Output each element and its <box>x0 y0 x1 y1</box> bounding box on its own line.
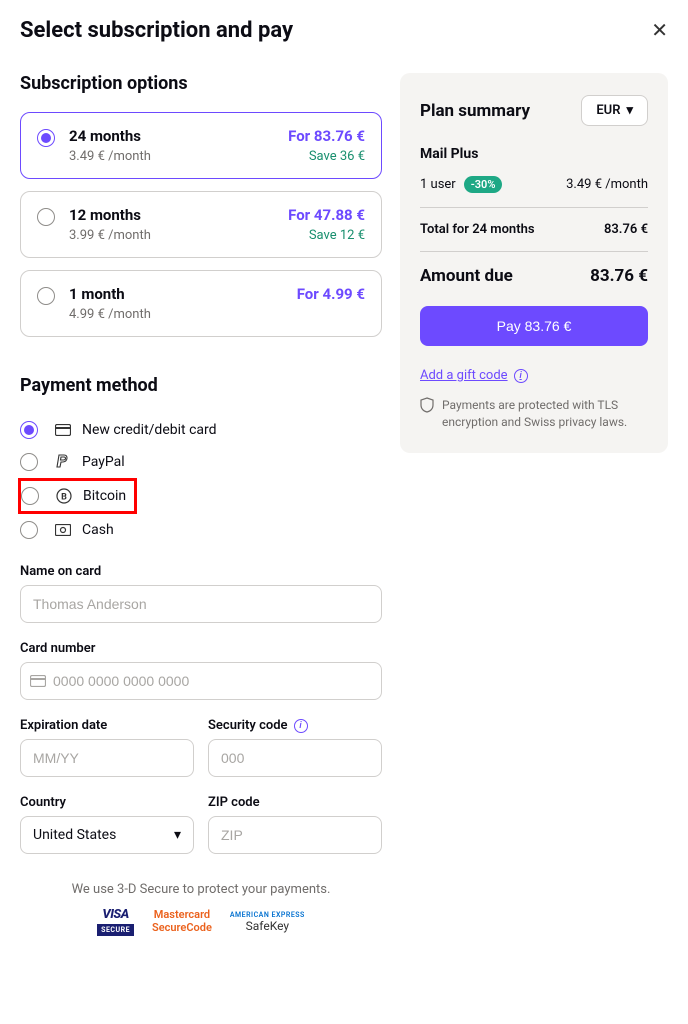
plan-option-1m[interactable]: 1 month 4.99 € /month For 4.99 € <box>20 270 382 337</box>
gift-code-link[interactable]: Add a gift code i <box>420 368 528 383</box>
pm-label: PayPal <box>82 454 125 470</box>
exp-input[interactable] <box>20 739 194 777</box>
plan-summary-panel: Plan summary EUR ▾ Mail Plus 1 user -30%… <box>400 73 668 453</box>
zip-input[interactable] <box>208 816 382 854</box>
payment-heading: Payment method <box>20 375 382 396</box>
pm-label: Cash <box>82 522 114 538</box>
amount-label: Amount due <box>420 266 513 286</box>
user-count: 1 user <box>420 177 456 192</box>
plan-permonth: 4.99 € /month <box>69 307 297 322</box>
pm-option-card[interactable]: New credit/debit card <box>20 414 382 446</box>
sec-input[interactable] <box>208 739 382 777</box>
plan-permonth: 3.49 € /month <box>69 149 288 164</box>
pay-button[interactable]: Pay 83.76 € <box>420 306 648 346</box>
chevron-down-icon: ▾ <box>626 103 633 118</box>
name-label: Name on card <box>20 564 382 579</box>
discount-badge: -30% <box>464 176 503 193</box>
pm-option-bitcoin[interactable]: B Bitcoin <box>21 485 126 507</box>
plan-duration: 24 months <box>69 127 288 145</box>
chevron-down-icon: ▾ <box>174 827 181 843</box>
subscription-heading: Subscription options <box>20 73 382 94</box>
radio-12m[interactable] <box>37 208 55 226</box>
bitcoin-highlight-box: B Bitcoin <box>18 478 137 514</box>
pm-label: Bitcoin <box>83 488 126 504</box>
plan-price: For 47.88 € <box>288 206 365 224</box>
sec-label: Security code i <box>208 718 382 733</box>
plan-duration: 12 months <box>69 206 288 224</box>
paypal-icon <box>54 454 72 470</box>
shield-icon <box>420 397 434 431</box>
pm-option-paypal[interactable]: PayPal <box>20 446 382 478</box>
credit-card-icon <box>54 424 72 436</box>
radio-1m[interactable] <box>37 287 55 305</box>
total-value: 83.76 € <box>604 222 648 237</box>
plan-option-12m[interactable]: 12 months 3.99 € /month For 47.88 € Save… <box>20 191 382 258</box>
per-month-price: 3.49 € /month <box>566 177 648 192</box>
exp-label: Expiration date <box>20 718 194 733</box>
svg-text:B: B <box>61 493 67 503</box>
credit-card-icon <box>30 675 46 687</box>
secure-text: We use 3-D Secure to protect your paymen… <box>20 882 382 897</box>
radio-card[interactable] <box>20 421 38 439</box>
radio-paypal[interactable] <box>20 453 38 471</box>
plan-permonth: 3.99 € /month <box>69 228 288 243</box>
visa-logo: VISA SECURE <box>97 907 134 936</box>
zip-label: ZIP code <box>208 795 382 810</box>
plan-price: For 83.76 € <box>288 127 365 145</box>
currency-value: EUR <box>596 103 620 118</box>
payment-logos: VISA SECURE Mastercard SecureCode AMERIC… <box>20 907 382 936</box>
info-icon[interactable]: i <box>514 369 528 383</box>
country-label: Country <box>20 795 194 810</box>
protect-text: Payments are protected with TLS encrypti… <box>442 397 648 431</box>
radio-cash[interactable] <box>20 521 38 539</box>
name-input[interactable] <box>20 585 382 623</box>
currency-select[interactable]: EUR ▾ <box>581 95 648 126</box>
radio-24m[interactable] <box>37 129 55 147</box>
total-label: Total for 24 months <box>420 222 535 237</box>
plan-duration: 1 month <box>69 285 297 303</box>
card-label: Card number <box>20 641 382 656</box>
plan-name: Mail Plus <box>420 146 648 162</box>
plan-save: Save 36 € <box>288 149 365 164</box>
card-input[interactable] <box>20 662 382 700</box>
summary-heading: Plan summary <box>420 101 530 121</box>
cash-icon <box>54 524 72 536</box>
amex-logo: AMERICAN EXPRESS SafeKey <box>230 911 305 933</box>
plan-price: For 4.99 € <box>297 285 365 303</box>
country-select[interactable]: United States ▾ <box>20 816 194 854</box>
plan-option-24m[interactable]: 24 months 3.49 € /month For 83.76 € Save… <box>20 112 382 179</box>
pm-option-cash[interactable]: Cash <box>20 514 382 546</box>
amount-value: 83.76 € <box>590 266 648 286</box>
mastercard-logo: Mastercard SecureCode <box>152 909 212 933</box>
plan-save: Save 12 € <box>288 228 365 243</box>
radio-bitcoin[interactable] <box>21 487 39 505</box>
page-title: Select subscription and pay <box>20 18 293 43</box>
bitcoin-icon: B <box>55 488 73 504</box>
close-icon[interactable]: ✕ <box>651 18 668 42</box>
info-icon[interactable]: i <box>294 719 308 733</box>
country-value: United States <box>33 827 116 843</box>
pm-label: New credit/debit card <box>82 422 217 438</box>
